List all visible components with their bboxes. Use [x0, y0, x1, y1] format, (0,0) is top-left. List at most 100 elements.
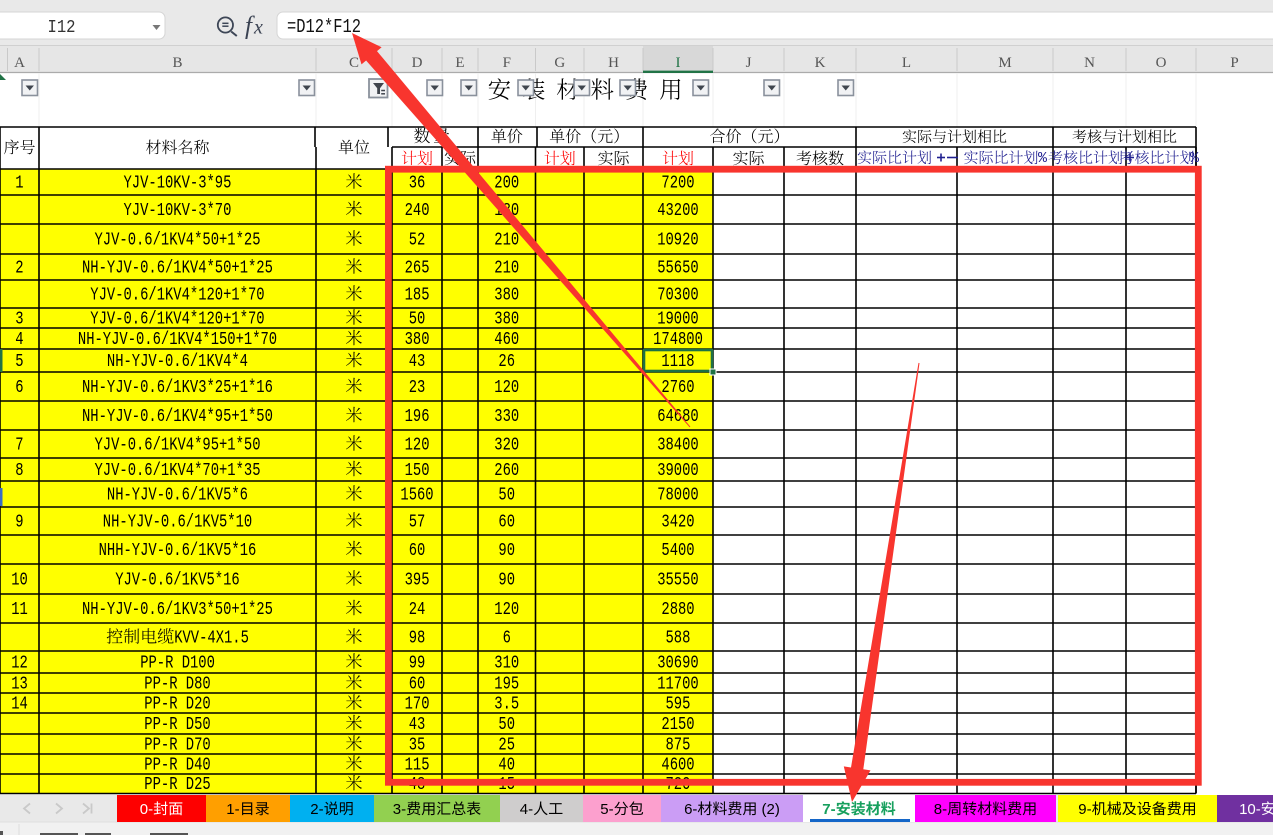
- svg-text:2880: 2880: [661, 600, 694, 620]
- svg-text:185: 185: [405, 286, 430, 306]
- svg-text:YJV-10KV-3*95: YJV-10KV-3*95: [124, 174, 232, 194]
- svg-text:F: F: [503, 55, 511, 71]
- svg-text:PP-R D100: PP-R D100: [140, 654, 215, 674]
- svg-text:L: L: [902, 55, 911, 71]
- svg-text:50: 50: [498, 486, 515, 506]
- svg-text:200: 200: [494, 174, 519, 194]
- svg-text:11: 11: [11, 600, 28, 620]
- svg-text:3-: 3-: [393, 801, 406, 818]
- svg-text:%: %: [1190, 150, 1200, 167]
- svg-text:12: 12: [11, 654, 28, 674]
- svg-text:K: K: [815, 55, 826, 71]
- svg-text:170: 170: [405, 695, 430, 715]
- svg-text:210: 210: [494, 231, 519, 251]
- svg-text:10: 10: [11, 571, 28, 591]
- svg-text:265: 265: [405, 259, 430, 279]
- svg-text:H: H: [608, 55, 619, 71]
- svg-text:1: 1: [15, 174, 23, 194]
- svg-text:D: D: [412, 55, 423, 71]
- svg-text:57: 57: [409, 513, 426, 533]
- svg-text:174800: 174800: [653, 330, 703, 350]
- svg-text:4-: 4-: [520, 801, 533, 818]
- svg-text:1-: 1-: [226, 801, 239, 818]
- svg-text:5-: 5-: [600, 801, 613, 818]
- svg-text:C: C: [349, 55, 359, 71]
- svg-text:60: 60: [409, 541, 426, 561]
- svg-text:380: 380: [494, 286, 519, 306]
- svg-text:8: 8: [15, 461, 23, 481]
- svg-text:NHH-YJV-0.6/1KV5*16: NHH-YJV-0.6/1KV5*16: [99, 541, 257, 561]
- svg-text:40: 40: [498, 756, 515, 776]
- svg-text:5: 5: [15, 352, 23, 372]
- svg-text:120: 120: [494, 378, 519, 398]
- svg-text:E: E: [455, 55, 464, 71]
- svg-text:52: 52: [409, 231, 426, 251]
- svg-text:7-: 7-: [822, 801, 835, 818]
- svg-text:43: 43: [409, 715, 426, 735]
- svg-text:120: 120: [405, 436, 430, 456]
- svg-text:260: 260: [494, 461, 519, 481]
- svg-text:78000: 78000: [657, 486, 699, 506]
- svg-text:50: 50: [498, 715, 515, 735]
- svg-text:7: 7: [15, 436, 23, 456]
- svg-text:8-: 8-: [934, 801, 947, 818]
- svg-text:3.5: 3.5: [494, 695, 519, 715]
- svg-text:PP-R D70: PP-R D70: [144, 736, 210, 756]
- svg-text:26: 26: [498, 352, 515, 372]
- svg-text:55650: 55650: [657, 259, 699, 279]
- svg-text:98: 98: [409, 629, 426, 649]
- svg-text:25: 25: [498, 736, 515, 756]
- svg-text:YJV-10KV-3*70: YJV-10KV-3*70: [124, 201, 232, 221]
- svg-text:4: 4: [15, 330, 23, 350]
- svg-text:90: 90: [498, 541, 515, 561]
- svg-text:NH-YJV-0.6/1KV3*50+1*25: NH-YJV-0.6/1KV3*50+1*25: [82, 600, 273, 620]
- svg-text:11700: 11700: [657, 675, 699, 695]
- svg-text:NH-YJV-0.6/1KV4*4: NH-YJV-0.6/1KV4*4: [107, 352, 248, 372]
- svg-text:23: 23: [409, 378, 426, 398]
- svg-text:380: 380: [494, 310, 519, 330]
- svg-text:6: 6: [503, 629, 511, 649]
- svg-text:320: 320: [494, 436, 519, 456]
- svg-text:99: 99: [409, 654, 426, 674]
- svg-text:2: 2: [15, 259, 23, 279]
- svg-text:210: 210: [494, 259, 519, 279]
- svg-text:I: I: [676, 55, 681, 71]
- svg-text:150: 150: [405, 461, 430, 481]
- svg-text:90: 90: [498, 571, 515, 591]
- svg-text:13: 13: [11, 675, 28, 695]
- svg-text:2-: 2-: [310, 801, 323, 818]
- svg-text:43: 43: [409, 352, 426, 372]
- svg-text:YJV-0.6/1KV4*70+1*35: YJV-0.6/1KV4*70+1*35: [95, 461, 261, 481]
- svg-text:3: 3: [15, 310, 23, 330]
- svg-text:39000: 39000: [657, 461, 699, 481]
- svg-text:3420: 3420: [661, 513, 694, 533]
- svg-text:875: 875: [666, 736, 691, 756]
- svg-text:NH-YJV-0.6/1KV4*150+1*70: NH-YJV-0.6/1KV4*150+1*70: [78, 330, 277, 350]
- svg-text:%: %: [1038, 150, 1048, 167]
- svg-text:30690: 30690: [657, 654, 699, 674]
- svg-text:O: O: [1156, 55, 1167, 71]
- svg-text:196: 196: [405, 407, 430, 427]
- svg-text:N: N: [1084, 55, 1095, 71]
- svg-text:10-: 10-: [1239, 801, 1261, 818]
- svg-text:YJV-0.6/1KV4*50+1*25: YJV-0.6/1KV4*50+1*25: [95, 231, 261, 251]
- svg-text:PP-R D40: PP-R D40: [144, 756, 210, 776]
- svg-text:NH-YJV-0.6/1KV5*6: NH-YJV-0.6/1KV5*6: [107, 486, 248, 506]
- svg-text:(2): (2): [757, 801, 780, 818]
- svg-text:588: 588: [666, 629, 691, 649]
- svg-text:7200: 7200: [661, 174, 694, 194]
- svg-text:70300: 70300: [657, 286, 699, 306]
- svg-text:64680: 64680: [657, 407, 699, 427]
- svg-text:310: 310: [494, 654, 519, 674]
- svg-text:1118: 1118: [661, 352, 694, 372]
- svg-text:NH-YJV-0.6/1KV4*95+1*50: NH-YJV-0.6/1KV4*95+1*50: [82, 407, 273, 427]
- svg-text:KVV-4X1.5: KVV-4X1.5: [174, 629, 249, 649]
- svg-text:PP-R D20: PP-R D20: [144, 695, 210, 715]
- svg-text:195: 195: [494, 675, 519, 695]
- svg-text:35550: 35550: [657, 571, 699, 591]
- svg-text:6-: 6-: [684, 801, 697, 818]
- svg-text:B: B: [172, 55, 182, 71]
- svg-text:35: 35: [409, 736, 426, 756]
- svg-text:1560: 1560: [400, 486, 433, 506]
- svg-text:I12: I12: [48, 18, 76, 38]
